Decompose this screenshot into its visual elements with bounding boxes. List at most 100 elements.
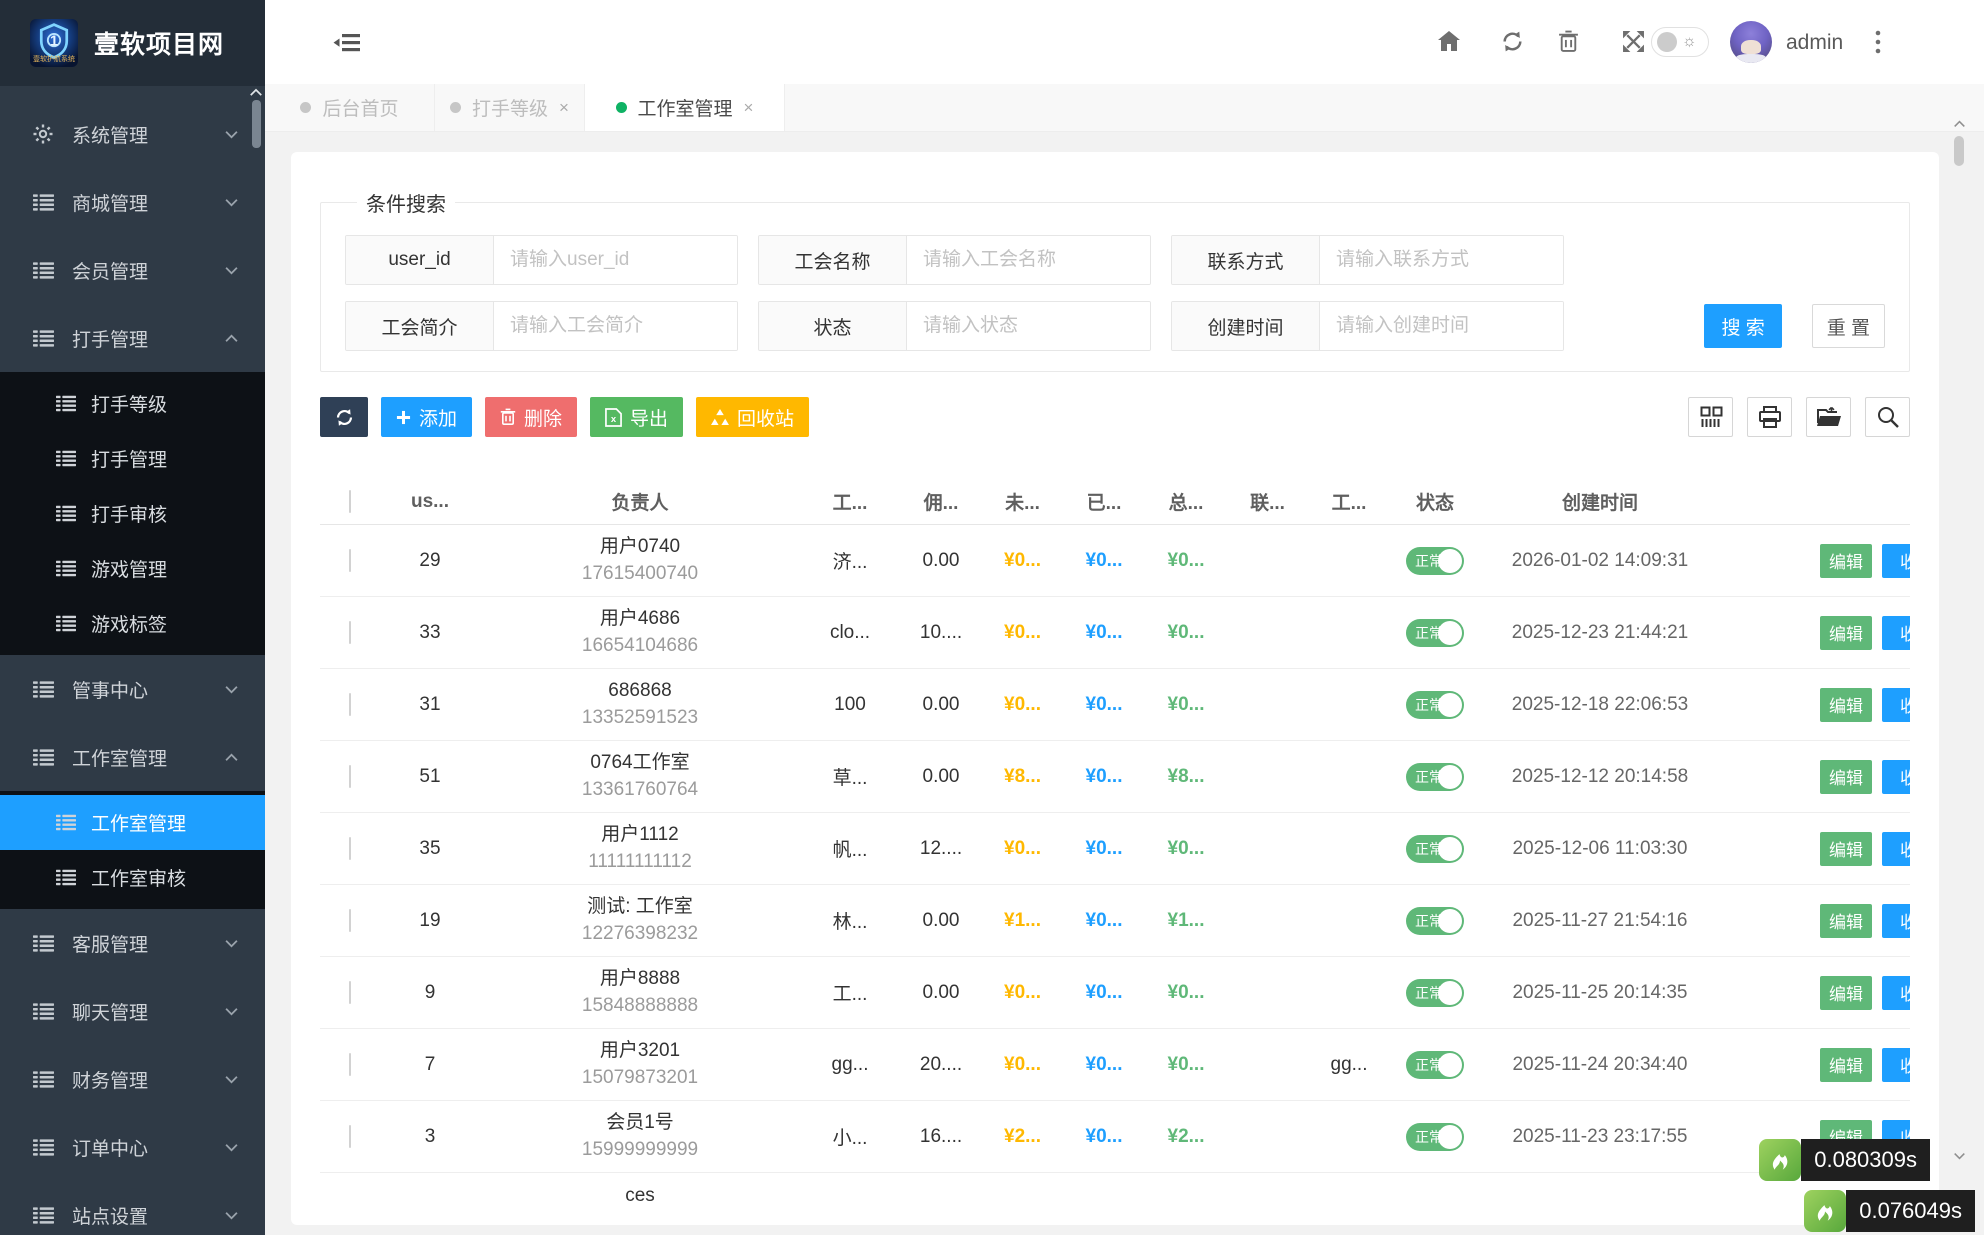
sidebar-subitem-3-4[interactable]: 游戏标签 xyxy=(0,596,265,651)
edit-button[interactable]: 编辑 xyxy=(1820,616,1872,650)
column-header[interactable]: 已... xyxy=(1063,488,1145,515)
column-header[interactable]: 工... xyxy=(800,488,900,515)
scroll-up-icon[interactable] xyxy=(1952,120,1966,128)
status-switch[interactable]: 正常 xyxy=(1406,691,1464,719)
status-switch[interactable]: 正常 xyxy=(1406,907,1464,935)
row-checkbox[interactable] xyxy=(349,549,351,572)
income-button[interactable]: 收益 xyxy=(1882,904,1910,938)
export-data-icon[interactable] xyxy=(1806,397,1851,437)
column-header[interactable]: 总... xyxy=(1145,488,1227,515)
income-button[interactable]: 收益 xyxy=(1882,616,1910,650)
search-field-input-2[interactable] xyxy=(1320,236,1563,284)
sidebar-subitem-3-3[interactable]: 游戏管理 xyxy=(0,541,265,596)
row-checkbox[interactable] xyxy=(349,837,351,860)
column-header[interactable]: 未... xyxy=(982,488,1063,515)
sidebar-collapse-icon[interactable] xyxy=(333,31,360,54)
tab-2[interactable]: 工作室管理× xyxy=(585,84,785,131)
row-checkbox[interactable] xyxy=(349,1125,351,1148)
columns-icon[interactable] xyxy=(1688,397,1733,437)
close-icon[interactable]: × xyxy=(744,98,754,118)
edit-button[interactable]: 编辑 xyxy=(1820,760,1872,794)
recycle-bin-button[interactable]: 回收站 xyxy=(696,397,809,437)
export-button[interactable]: x 导出 xyxy=(590,397,683,437)
search-field-input-1[interactable] xyxy=(907,236,1150,284)
sidebar-subitem-5-0[interactable]: 工作室管理 xyxy=(0,795,265,850)
username[interactable]: admin xyxy=(1786,31,1843,55)
row-checkbox[interactable] xyxy=(349,765,351,788)
status-switch[interactable]: 正常 xyxy=(1406,979,1464,1007)
scroll-down-icon[interactable] xyxy=(1952,1152,1966,1160)
row-checkbox[interactable] xyxy=(349,981,351,1004)
income-button[interactable]: 收益 xyxy=(1882,976,1910,1010)
sidebar-subitem-3-0[interactable]: 打手等级 xyxy=(0,376,265,431)
status-switch[interactable]: 正常 xyxy=(1406,1123,1464,1151)
column-header[interactable]: 负责人 xyxy=(480,488,800,515)
edit-button[interactable]: 编辑 xyxy=(1820,1048,1872,1082)
sidebar-item-2[interactable]: 会员管理 xyxy=(0,236,265,304)
sidebar-item-0[interactable]: 系统管理 xyxy=(0,100,265,168)
avatar[interactable] xyxy=(1730,21,1772,63)
sidebar-item-8[interactable]: 财务管理 xyxy=(0,1045,265,1113)
search-field-input-5[interactable] xyxy=(1320,302,1563,350)
edit-button[interactable]: 编辑 xyxy=(1820,976,1872,1010)
row-checkbox[interactable] xyxy=(349,909,351,932)
status-switch[interactable]: 正常 xyxy=(1406,835,1464,863)
row-checkbox[interactable] xyxy=(349,693,351,716)
cell-created: 2025-11-25 20:14:35 xyxy=(1480,982,1720,1004)
sidebar-item-10[interactable]: 站点设置 xyxy=(0,1181,265,1235)
sidebar-item-4[interactable]: 管事中心 xyxy=(0,655,265,723)
refresh-icon[interactable] xyxy=(1501,30,1524,53)
sidebar-item-6[interactable]: 客服管理 xyxy=(0,909,265,977)
row-checkbox[interactable] xyxy=(349,621,351,644)
income-button[interactable]: 收益 xyxy=(1882,688,1910,722)
fullscreen-icon[interactable] xyxy=(1622,30,1645,53)
search-field-input-4[interactable] xyxy=(907,302,1150,350)
search-button[interactable]: 搜 索 xyxy=(1704,304,1781,348)
sidebar-subitem-3-1[interactable]: 打手管理 xyxy=(0,431,265,486)
delete-button[interactable]: 删除 xyxy=(485,397,577,437)
search-field-input-0[interactable] xyxy=(494,236,737,284)
more-menu-icon[interactable] xyxy=(1875,30,1881,54)
clear-cache-icon[interactable] xyxy=(1558,30,1579,53)
edit-button[interactable]: 编辑 xyxy=(1820,904,1872,938)
home-icon[interactable] xyxy=(1437,30,1461,52)
close-icon[interactable]: × xyxy=(559,98,569,118)
column-header[interactable]: us... xyxy=(380,491,480,513)
status-switch[interactable]: 正常 xyxy=(1406,763,1464,791)
column-header[interactable]: 佣... xyxy=(900,488,982,515)
tab-1[interactable]: 打手等级× xyxy=(435,84,585,131)
search-field-input-3[interactable] xyxy=(494,302,737,350)
sidebar-item-1[interactable]: 商城管理 xyxy=(0,168,265,236)
column-header[interactable]: 状态 xyxy=(1390,488,1480,515)
row-checkbox[interactable] xyxy=(349,1053,351,1076)
sidebar-item-7[interactable]: 聊天管理 xyxy=(0,977,265,1045)
income-button[interactable]: 收益 xyxy=(1882,832,1910,866)
status-switch[interactable]: 正常 xyxy=(1406,1051,1464,1079)
column-header[interactable]: 工... xyxy=(1308,488,1390,515)
income-button[interactable]: 收益 xyxy=(1882,544,1910,578)
edit-button[interactable]: 编辑 xyxy=(1820,544,1872,578)
sidebar-item-5[interactable]: 工作室管理 xyxy=(0,723,265,791)
add-button[interactable]: 添加 xyxy=(381,397,472,437)
income-button[interactable]: 收益 xyxy=(1882,760,1910,794)
select-all-checkbox[interactable] xyxy=(349,490,351,513)
sidebar-item-3[interactable]: 打手管理 xyxy=(0,304,265,372)
search-table-icon[interactable] xyxy=(1865,397,1910,437)
status-switch[interactable]: 正常 xyxy=(1406,619,1464,647)
scrollbar-thumb[interactable] xyxy=(1954,136,1964,166)
print-icon[interactable] xyxy=(1747,397,1792,437)
income-button[interactable]: 收益 xyxy=(1882,1048,1910,1082)
column-header[interactable]: 联... xyxy=(1227,488,1308,515)
tab-0[interactable]: 后台首页 xyxy=(265,84,435,131)
edit-button[interactable]: 编辑 xyxy=(1820,688,1872,722)
sidebar-item-9[interactable]: 订单中心 xyxy=(0,1113,265,1181)
status-switch[interactable]: 正常 xyxy=(1406,547,1464,575)
column-header[interactable]: 创建时间 xyxy=(1480,488,1720,515)
reset-button[interactable]: 重 置 xyxy=(1812,304,1885,348)
sidebar-scrollbar-thumb[interactable] xyxy=(252,100,261,148)
refresh-table-button[interactable] xyxy=(320,397,368,437)
sidebar-subitem-5-1[interactable]: 工作室审核 xyxy=(0,850,265,905)
edit-button[interactable]: 编辑 xyxy=(1820,832,1872,866)
theme-toggle[interactable]: ☼ xyxy=(1651,27,1709,57)
sidebar-subitem-3-2[interactable]: 打手审核 xyxy=(0,486,265,541)
